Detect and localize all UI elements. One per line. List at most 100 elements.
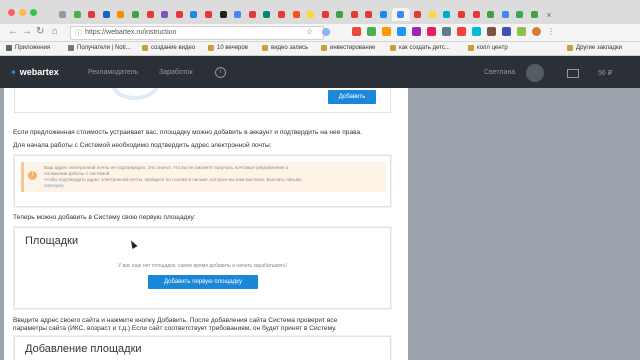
browser-tab[interactable] (187, 8, 200, 21)
browser-tab[interactable] (71, 8, 84, 21)
browser-tab[interactable] (513, 8, 526, 21)
tab-favicon-icon (175, 11, 183, 18)
ext-purple-icon[interactable] (412, 27, 421, 36)
ext-green-icon[interactable] (367, 27, 376, 36)
avatar[interactable] (526, 64, 544, 82)
folder-icon (142, 45, 148, 51)
browser-tab[interactable] (348, 8, 361, 21)
tab-favicon-icon (277, 11, 285, 18)
browser-tab[interactable] (362, 8, 375, 21)
site-info-icon[interactable]: ⓘ (75, 28, 82, 38)
close-window-button[interactable] (8, 9, 15, 16)
tab-favicon-icon (443, 11, 451, 18)
tab-favicon-icon (336, 11, 344, 18)
folder-icon (262, 45, 268, 51)
enter-address-paragraph-1: Введите адрес своего сайта и нажмите кно… (13, 317, 338, 324)
maximize-window-button[interactable] (30, 9, 37, 16)
balance[interactable]: 56 ₽ (598, 69, 612, 77)
bookmark-item[interactable]: колл центр (468, 45, 508, 51)
bookmark-item[interactable]: видео запись (262, 45, 308, 51)
tab-favicon-icon (531, 11, 538, 18)
browser-tab[interactable] (158, 8, 171, 21)
browser-tab[interactable] (426, 8, 439, 21)
browser-tab[interactable] (391, 8, 410, 21)
minimize-window-button[interactable] (19, 9, 26, 16)
browser-tab[interactable] (528, 8, 541, 21)
nav-advertiser[interactable]: Рекламодатель (88, 69, 138, 76)
forward-icon[interactable]: → (22, 27, 32, 37)
browser-tab[interactable] (246, 8, 259, 21)
bookmark-label: видео запись (271, 45, 309, 51)
browser-tab[interactable] (56, 8, 69, 21)
resend-link[interactable]: повторно (44, 183, 64, 188)
browser-tab[interactable] (499, 8, 512, 21)
browser-tab[interactable] (85, 8, 98, 21)
browser-tab[interactable] (440, 8, 453, 21)
profile-avatar-icon[interactable] (532, 27, 541, 36)
reload-icon[interactable]: ↻ (36, 27, 44, 37)
email-paragraph: Для начала работы с Системой необходимо … (13, 142, 272, 149)
bookmark-item[interactable]: как создать детс... (390, 45, 450, 51)
browser-tab[interactable] (304, 8, 317, 21)
bookmark-item[interactable]: создание видео (142, 45, 195, 51)
ext-cyan-icon[interactable] (472, 27, 481, 36)
address-bar[interactable]: ⓘ https://webartex.ru/instruction (70, 26, 324, 40)
sites-card: Площадки У вас еще нет площадок, самое в… (14, 227, 391, 309)
bookmark-item[interactable]: Приложения (6, 45, 50, 51)
username[interactable]: Светлана (484, 69, 515, 76)
browser-tab[interactable] (319, 8, 332, 21)
back-icon[interactable]: ← (8, 27, 18, 37)
browser-tab[interactable] (484, 8, 497, 21)
browser-tab[interactable] (173, 8, 186, 21)
bookmark-star-icon[interactable]: ☆ (306, 27, 313, 37)
bookmark-item[interactable]: Другие закладки (567, 45, 622, 51)
home-icon[interactable]: ⌂ (52, 27, 58, 37)
browser-tab[interactable] (377, 8, 390, 21)
nav-earnings[interactable]: Заработок (159, 69, 193, 76)
warning-icon: ! (28, 171, 37, 180)
bookmark-item[interactable]: 10 вечеров (208, 45, 248, 51)
menu-kebab-icon[interactable]: ⋮ (547, 27, 555, 36)
add-button[interactable]: Добавить (328, 90, 376, 104)
ext-indigo-icon[interactable] (502, 27, 511, 36)
ext-brown-icon[interactable] (487, 27, 496, 36)
ext-orange-icon[interactable] (382, 27, 391, 36)
browser-tab[interactable] (129, 8, 142, 21)
tab-favicon-icon (428, 11, 436, 18)
browser-tab[interactable] (290, 8, 303, 21)
bookmark-label: как создать детс... (399, 45, 450, 51)
browser-tab[interactable] (231, 8, 244, 21)
extension-icon[interactable] (322, 28, 330, 36)
sites-empty-message: У вас еще нет площадок, самое время доба… (118, 263, 287, 269)
bookmark-item[interactable]: инвестирование (321, 45, 375, 51)
ext-pink-icon[interactable] (427, 27, 436, 36)
mail-icon[interactable] (567, 69, 579, 78)
ext-lime-icon[interactable] (517, 27, 526, 36)
adblock-icon[interactable] (352, 27, 361, 36)
browser-tab-bar: × (0, 0, 640, 25)
ext-blue-icon[interactable] (397, 27, 406, 36)
tab-favicon-icon (234, 11, 242, 18)
ext-gray-icon[interactable] (442, 27, 451, 36)
tab-favicon-icon (263, 11, 271, 18)
browser-tab[interactable] (455, 8, 468, 21)
browser-tab[interactable] (202, 8, 215, 21)
bookmark-item[interactable]: Получатели | Noti... (68, 45, 131, 51)
browser-tab[interactable] (275, 8, 288, 21)
close-tab-icon[interactable]: × (543, 8, 556, 21)
ext-red-icon[interactable] (457, 27, 466, 36)
help-icon[interactable]: i (215, 67, 226, 78)
browser-tab[interactable] (114, 8, 127, 21)
browser-tab[interactable] (333, 8, 346, 21)
browser-tab[interactable] (411, 8, 424, 21)
browser-tab[interactable] (100, 8, 113, 21)
site-logo[interactable]: ✦ webartex (10, 67, 59, 77)
sites-title: Площадки (25, 235, 79, 247)
tab-strip: × (56, 8, 557, 22)
browser-tab[interactable] (144, 8, 157, 21)
browser-toolbar: ← → ↻ ⌂ ⓘ https://webartex.ru/instructio… (0, 24, 640, 42)
browser-tab[interactable] (217, 8, 230, 21)
browser-tab[interactable] (260, 8, 273, 21)
add-first-site-button[interactable]: Добавить первую площадку (148, 275, 258, 289)
browser-tab[interactable] (470, 8, 483, 21)
